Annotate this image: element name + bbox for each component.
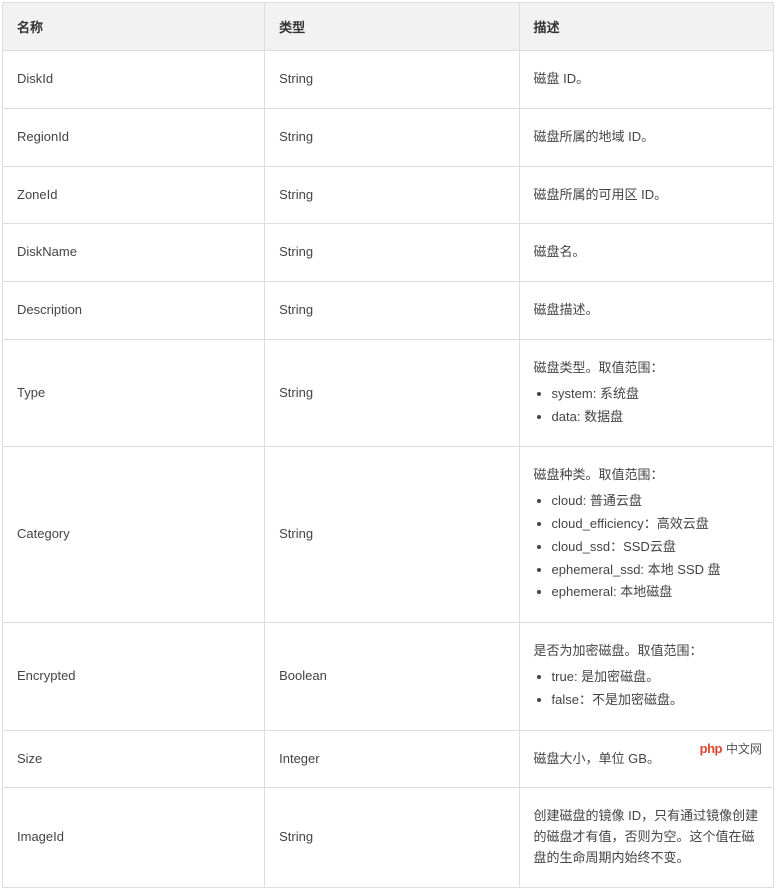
cell-type: String	[265, 108, 519, 166]
table-row: DiskNameString磁盘名。	[3, 224, 774, 282]
desc-intro: 磁盘类型。取值范围：	[534, 358, 759, 379]
header-name: 名称	[3, 3, 265, 51]
desc-intro: 是否为加密磁盘。取值范围：	[534, 641, 759, 662]
header-desc: 描述	[519, 3, 773, 51]
list-item: cloud_efficiency：高效云盘	[552, 513, 759, 536]
cell-desc: 磁盘所属的可用区 ID。	[519, 166, 773, 224]
cell-name: RegionId	[3, 108, 265, 166]
cell-name: Type	[3, 339, 265, 446]
list-item: ephemeral_ssd: 本地 SSD 盘	[552, 559, 759, 582]
cell-name: Category	[3, 447, 265, 623]
cell-type: String	[265, 282, 519, 340]
cell-type: Boolean	[265, 623, 519, 730]
table-row: CategoryString磁盘种类。取值范围：cloud: 普通云盘cloud…	[3, 447, 774, 623]
watermark-text: 中文网	[726, 740, 762, 757]
watermark-logo: php	[700, 741, 722, 756]
cell-name: DiskName	[3, 224, 265, 282]
table-row: RegionIdString磁盘所属的地域 ID。	[3, 108, 774, 166]
cell-type: String	[265, 166, 519, 224]
desc-list: system: 系统盘data: 数据盘	[534, 383, 759, 429]
cell-type: String	[265, 224, 519, 282]
cell-name: ZoneId	[3, 166, 265, 224]
list-item: cloud_ssd：SSD云盘	[552, 536, 759, 559]
api-parameters-table: 名称 类型 描述 DiskIdString磁盘 ID。RegionIdStrin…	[2, 2, 774, 888]
table-row: DescriptionString磁盘描述。	[3, 282, 774, 340]
header-type: 类型	[265, 3, 519, 51]
cell-type: String	[265, 339, 519, 446]
desc-intro: 磁盘种类。取值范围：	[534, 465, 759, 486]
cell-name: ImageId	[3, 788, 265, 887]
desc-list: cloud: 普通云盘cloud_efficiency：高效云盘cloud_ss…	[534, 490, 759, 604]
table-row: SizeInteger磁盘大小，单位 GB。	[3, 730, 774, 788]
cell-desc: 是否为加密磁盘。取值范围： true: 是加密磁盘。false：不是加密磁盘。	[519, 623, 773, 730]
desc-list: true: 是加密磁盘。false：不是加密磁盘。	[534, 666, 759, 712]
cell-type: String	[265, 788, 519, 887]
table-row: EncryptedBoolean 是否为加密磁盘。取值范围： true: 是加密磁盘…	[3, 623, 774, 730]
cell-type: String	[265, 447, 519, 623]
list-item: data: 数据盘	[552, 406, 759, 429]
cell-name: Size	[3, 730, 265, 788]
cell-desc: 磁盘种类。取值范围： cloud: 普通云盘cloud_efficiency：高效…	[519, 447, 773, 623]
list-item: ephemeral: 本地磁盘	[552, 581, 759, 604]
table-row: DiskIdString磁盘 ID。	[3, 51, 774, 109]
cell-type: Integer	[265, 730, 519, 788]
cell-desc: 创建磁盘的镜像 ID，只有通过镜像创建的磁盘才有值，否则为空。这个值在磁盘的生命…	[519, 788, 773, 887]
table-row: TypeString 磁盘类型。取值范围： system: 系统盘data: 数据盘	[3, 339, 774, 446]
table-row: ZoneIdString磁盘所属的可用区 ID。	[3, 166, 774, 224]
list-item: false：不是加密磁盘。	[552, 689, 759, 712]
table-row: ImageIdString创建磁盘的镜像 ID，只有通过镜像创建的磁盘才有值，否…	[3, 788, 774, 887]
table-header-row: 名称 类型 描述	[3, 3, 774, 51]
cell-desc: 磁盘所属的地域 ID。	[519, 108, 773, 166]
cell-desc: 磁盘 ID。	[519, 51, 773, 109]
cell-type: String	[265, 51, 519, 109]
cell-desc: 磁盘类型。取值范围： system: 系统盘data: 数据盘	[519, 339, 773, 446]
list-item: cloud: 普通云盘	[552, 490, 759, 513]
cell-name: DiskId	[3, 51, 265, 109]
watermark: php 中文网	[692, 738, 770, 759]
cell-name: Description	[3, 282, 265, 340]
list-item: system: 系统盘	[552, 383, 759, 406]
list-item: true: 是加密磁盘。	[552, 666, 759, 689]
cell-name: Encrypted	[3, 623, 265, 730]
cell-desc: 磁盘名。	[519, 224, 773, 282]
cell-desc: 磁盘描述。	[519, 282, 773, 340]
